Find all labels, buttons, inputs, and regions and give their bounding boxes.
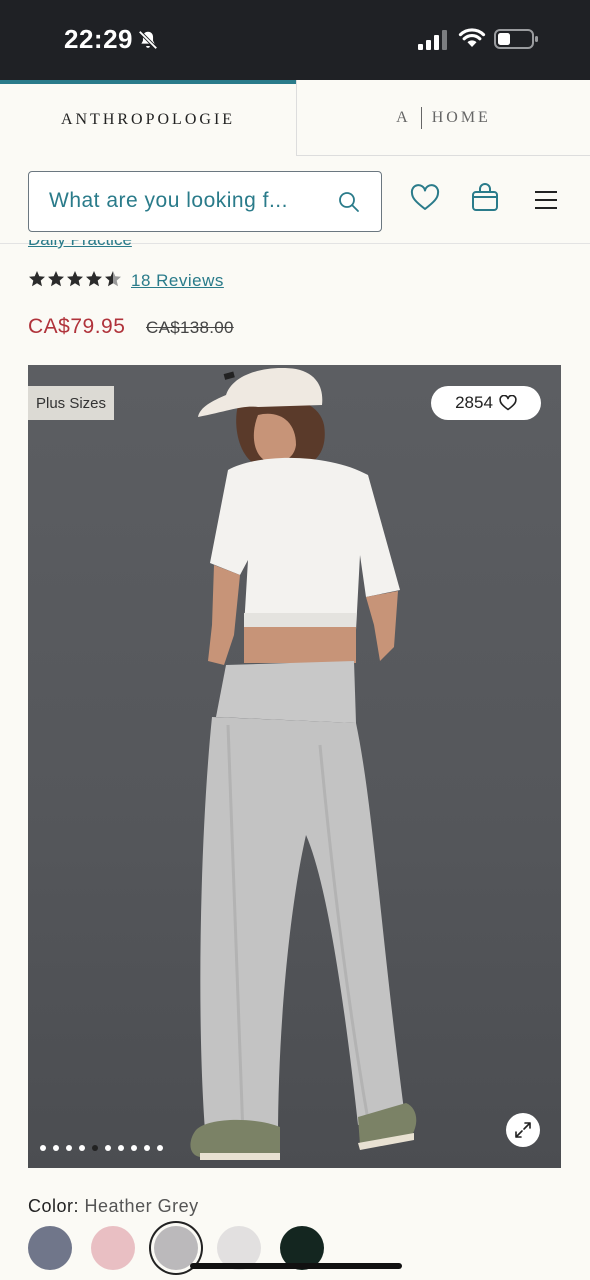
search-icon[interactable] <box>337 190 361 214</box>
tab-home-label: HOME <box>431 108 491 126</box>
star-icon <box>105 271 121 287</box>
tab-home[interactable]: A HOME <box>296 80 590 156</box>
carousel-dot[interactable] <box>40 1145 46 1151</box>
hamburger-menu-icon[interactable] <box>534 190 558 210</box>
plus-sizes-badge[interactable]: Plus Sizes <box>28 386 114 420</box>
carousel-dot[interactable] <box>79 1145 85 1151</box>
sale-price: CA$79.95 <box>28 315 126 338</box>
carousel-dot[interactable] <box>118 1145 124 1151</box>
tab-home-divider <box>420 106 422 129</box>
tab-home-prefix: A <box>396 108 411 126</box>
selected-color-name: Heather Grey <box>84 1196 199 1216</box>
tab-anthropologie-label: ANTHROPOLOGIE <box>60 111 236 128</box>
bell-muted-icon <box>138 30 158 50</box>
carousel-dot[interactable] <box>157 1145 163 1151</box>
status-bar: 22:29 <box>0 0 590 80</box>
carousel-dot[interactable] <box>53 1145 59 1151</box>
favorite-count: 2854 <box>455 393 493 412</box>
carousel-dot[interactable] <box>131 1145 137 1151</box>
color-swatch-slate-blue[interactable] <box>28 1226 72 1270</box>
tab-anthropologie[interactable]: ANTHROPOLOGIE <box>0 80 296 156</box>
star-rating <box>28 270 122 288</box>
heart-outline-icon <box>499 395 517 411</box>
reviews-link[interactable]: 18 Reviews <box>131 271 224 291</box>
search-input[interactable]: What are you looking f... <box>28 171 382 232</box>
favorite-button[interactable]: 2854 <box>431 386 541 420</box>
cellular-signal-icon <box>418 30 447 50</box>
heart-icon[interactable] <box>410 184 440 212</box>
home-indicator[interactable] <box>190 1263 402 1269</box>
carousel-dot[interactable] <box>144 1145 150 1151</box>
carousel-dot[interactable] <box>105 1145 111 1151</box>
carousel-dots[interactable] <box>40 1145 163 1151</box>
battery-icon <box>494 29 538 49</box>
wifi-icon <box>458 28 486 47</box>
color-label-prefix: Color: <box>28 1196 80 1216</box>
product-image[interactable]: Plus Sizes 2854 <box>28 365 561 1168</box>
star-icon <box>67 271 83 287</box>
expand-button[interactable] <box>506 1113 540 1147</box>
star-icon <box>48 271 64 287</box>
carousel-dot[interactable] <box>66 1145 72 1151</box>
status-time: 22:29 <box>64 24 133 54</box>
color-label: Color: Heather Grey <box>28 1196 199 1217</box>
model-photo <box>190 368 417 1160</box>
original-price: CA$138.00 <box>146 318 234 337</box>
star-icon <box>86 271 102 287</box>
search-placeholder: What are you looking f... <box>49 189 288 212</box>
carousel-dot[interactable] <box>92 1145 98 1151</box>
color-swatch-pink[interactable] <box>91 1226 135 1270</box>
expand-icon <box>515 1122 531 1138</box>
search-row: What are you looking f... <box>0 156 590 244</box>
shopping-bag-icon[interactable] <box>470 182 500 212</box>
brand-tabs: ANTHROPOLOGIE A HOME <box>0 80 590 156</box>
star-icon <box>29 271 45 287</box>
